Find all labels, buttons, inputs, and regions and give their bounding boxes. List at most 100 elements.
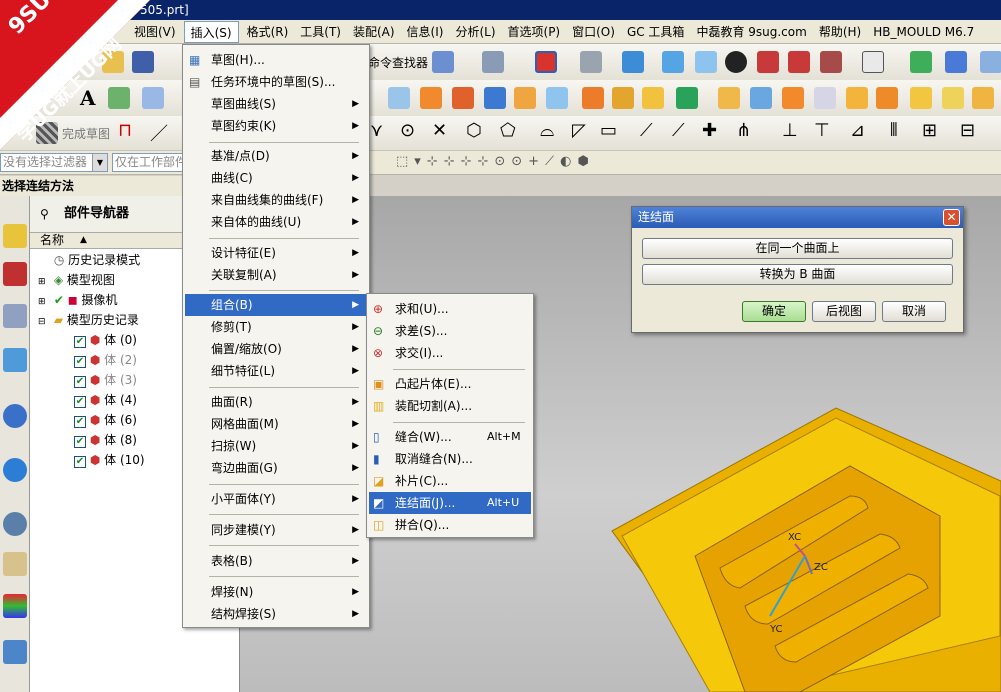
menu-item-task-sketch[interactable]: ▤ 任务环境中的草图(S)... [185, 71, 367, 93]
menu-item-unsew[interactable]: ▮ 取消缝合(N)... [369, 448, 531, 470]
offset-icon[interactable] [642, 87, 664, 109]
snap-points-bar[interactable]: ⬚▾⊹⊹⊹⊹⊙⊙+⟋◐⬢ [396, 154, 595, 169]
make-corner-icon[interactable]: ✚ [702, 120, 717, 141]
type-filter-combo[interactable]: 没有选择过滤器 ▼ [0, 153, 108, 172]
checkbox-checked-icon[interactable]: ✔ [74, 376, 86, 388]
menu-item-intersect[interactable]: ⊗ 求交(I)... [369, 342, 531, 364]
hole-icon[interactable] [452, 87, 474, 109]
mirror-icon[interactable] [612, 87, 634, 109]
expand-icon[interactable]: ⊞ [38, 272, 50, 292]
menu-item-combine[interactable]: 组合(B) ▶ [185, 294, 367, 316]
tree-row-body[interactable]: ✔ ⬢ 体 (0) [74, 330, 137, 350]
sweep-icon[interactable] [942, 87, 964, 109]
offset-curve-icon[interactable]: ⋔ [736, 120, 751, 141]
arc-icon[interactable]: ⋎ [370, 120, 383, 141]
line-icon[interactable]: ／ [150, 120, 168, 146]
constraint-navigator-icon[interactable] [3, 304, 27, 328]
menu-format[interactable]: 格式(R) [241, 21, 295, 43]
tree-row-body[interactable]: ✔ ⬢ 体 (6) [74, 410, 137, 430]
menu-item-sew[interactable]: ▯ 缝合(W)... Alt+M [369, 426, 531, 448]
shaded-view-icon[interactable] [580, 51, 602, 73]
menu-hb-mould[interactable]: HB_MOULD M6.7 [867, 21, 980, 43]
dimension-icon[interactable]: ⊤ [814, 120, 830, 141]
block-icon[interactable] [484, 87, 506, 109]
rectangle-icon[interactable]: ▭ [600, 120, 617, 141]
menu-preferences[interactable]: 首选项(P) [502, 21, 567, 43]
scope-combo[interactable]: 仅在工作部件 [112, 153, 184, 172]
checkbox-checked-icon[interactable]: ✔ [74, 396, 86, 408]
menu-info[interactable]: 信息(I) [401, 21, 450, 43]
snap-icon[interactable] [980, 51, 1001, 73]
quick-trim-icon[interactable]: ⟋ [640, 120, 653, 141]
checkbox-checked-icon[interactable]: ✔ [74, 336, 86, 348]
menu-tools[interactable]: 工具(T) [294, 21, 347, 43]
menu-item-structure-weld[interactable]: 结构焊接(S) ▶ [185, 603, 367, 625]
menu-item-join-face[interactable]: ◩ 连结面(J)... Alt+U [369, 492, 531, 514]
move-icon[interactable] [910, 51, 932, 73]
visualization-icon[interactable] [3, 594, 27, 618]
menu-item-offset-scale[interactable]: 偏置/缩放(O) ▶ [185, 338, 367, 360]
menu-insert[interactable]: 插入(S) [183, 20, 239, 43]
menu-item-sketch[interactable]: ▦ 草图(H)... [185, 49, 367, 71]
clip-view-icon[interactable] [788, 51, 810, 73]
menu-assembly[interactable]: 装配(A) [347, 21, 401, 43]
show-constraints-icon[interactable]: ⫴ [890, 120, 898, 141]
assembly-navigator-icon[interactable] [3, 262, 27, 286]
menu-item-surface[interactable]: 曲面(R) ▶ [185, 391, 367, 413]
sew-icon[interactable] [750, 87, 772, 109]
ok-button[interactable]: 确定 [742, 301, 806, 322]
expand-icon[interactable]: ⊞ [38, 292, 50, 312]
ellipse-icon[interactable]: ⬠ [500, 120, 516, 141]
menu-item-sketch-curve[interactable]: 草图曲线(S) ▶ [185, 93, 367, 115]
tree-row-body[interactable]: ✔ ⬢ 体 (3) [74, 370, 137, 390]
menu-item-design-feature[interactable]: 设计特征(E) ▶ [185, 242, 367, 264]
wireframe-view-icon[interactable] [695, 51, 717, 73]
collapse-icon[interactable]: ⊟ [38, 312, 50, 332]
menu-item-flange-surface[interactable]: 弯边曲面(G) ▶ [185, 457, 367, 479]
sketch-style-icon[interactable]: ⊟ [960, 120, 975, 141]
tree-row-history-mode[interactable]: ◷ 历史记录模式 [38, 250, 140, 270]
menu-item-subtract[interactable]: ⊖ 求差(S)... [369, 320, 531, 342]
tree-row-body[interactable]: ✔ ⬢ 体 (4) [74, 390, 137, 410]
web-browser-icon[interactable] [3, 458, 27, 482]
constraint-icon[interactable]: ⊥ [782, 120, 798, 141]
menu-item-sync-modeling[interactable]: 同步建模(Y) ▶ [185, 519, 367, 541]
menu-item-patch[interactable]: ◪ 补片(C)... [369, 470, 531, 492]
menu-item-facet-body[interactable]: 小平面体(Y) ▶ [185, 488, 367, 510]
menu-item-weld[interactable]: 焊接(N) ▶ [185, 581, 367, 603]
tree-row-camera[interactable]: ⊞ ✔ ◼ 摄像机 [38, 290, 118, 310]
thicken-icon[interactable] [814, 87, 836, 109]
shell-icon[interactable] [846, 87, 868, 109]
orient-icon[interactable] [945, 51, 967, 73]
chamfer-sketch-icon[interactable]: ◸ [572, 120, 586, 141]
color-swatch-icon[interactable] [862, 51, 884, 73]
fit-view-icon[interactable] [535, 51, 557, 73]
system-materials-icon[interactable] [3, 552, 27, 576]
checkbox-checked-icon[interactable]: ✔ [74, 436, 86, 448]
menu-window[interactable]: 窗口(O) [566, 21, 621, 43]
menu-item-detail-feature[interactable]: 细节特征(L) ▶ [185, 360, 367, 382]
menu-item-datum-point[interactable]: 基准/点(D) ▶ [185, 145, 367, 167]
command-finder-label[interactable]: 命令查找器 [368, 54, 428, 71]
boolean-icon[interactable] [676, 87, 698, 109]
flange-surface-icon[interactable] [972, 87, 994, 109]
surface-icon[interactable] [876, 87, 898, 109]
auto-constraint-icon[interactable]: ⊿ [850, 120, 865, 141]
revolve-icon[interactable] [420, 87, 442, 109]
part-navigator-icon[interactable] [3, 224, 27, 248]
menu-item-quilt[interactable]: ◫ 拼合(Q)... [369, 514, 531, 536]
menu-help[interactable]: 帮助(H) [813, 21, 867, 43]
menu-item-curve[interactable]: 曲线(C) ▶ [185, 167, 367, 189]
tree-row-body[interactable]: ✔ ⬢ 体 (8) [74, 430, 137, 450]
quick-extend-icon[interactable]: ⟋ [672, 120, 685, 141]
top-view-icon[interactable] [662, 51, 684, 73]
menu-item-sketch-constraint[interactable]: 草图约束(K) ▶ [185, 115, 367, 137]
chamfer-icon[interactable] [546, 87, 568, 109]
patch-icon[interactable] [782, 87, 804, 109]
menu-item-table[interactable]: 表格(B) ▶ [185, 550, 367, 572]
trim-body-icon[interactable] [718, 87, 740, 109]
menu-item-unite[interactable]: ⊕ 求和(U)... [369, 298, 531, 320]
on-same-surface-button[interactable]: 在同一个曲面上 [642, 238, 953, 259]
menu-item-associative-copy[interactable]: 关联复制(A) ▶ [185, 264, 367, 286]
menu-item-trim[interactable]: 修剪(T) ▶ [185, 316, 367, 338]
